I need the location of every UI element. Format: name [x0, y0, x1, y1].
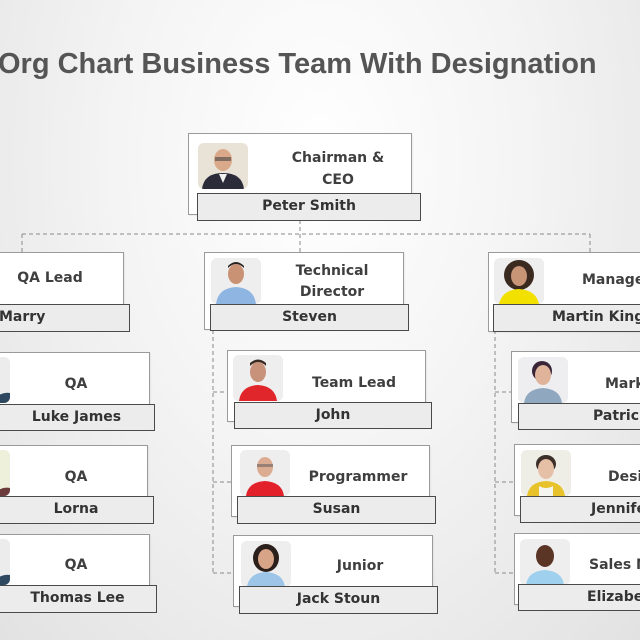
avatar-steven [211, 258, 261, 304]
node-center-2-role: Programmer [308, 469, 408, 485]
node-right-2-role: Designer [608, 469, 640, 485]
avatar-john [233, 355, 283, 401]
role-line-2: CEO [322, 172, 354, 188]
node-left-1-role: QA [64, 376, 88, 392]
person-icon [520, 539, 570, 585]
node-left-2-role: QA [64, 469, 88, 485]
node-right-1-role: Marketing [605, 376, 640, 392]
node-left-2-name[interactable]: Lorna [0, 496, 154, 524]
avatar-jennifer [521, 450, 571, 496]
avatar-susan [240, 450, 290, 496]
person-icon [0, 539, 10, 585]
node-left-3-role: QA [64, 557, 88, 573]
node-left-3-name[interactable]: Thomas Lee [0, 585, 157, 613]
node-center-2-name[interactable]: Susan [237, 496, 436, 524]
person-icon [198, 143, 248, 189]
person-icon [0, 450, 10, 496]
person-icon [211, 258, 261, 304]
person-icon [233, 355, 283, 401]
avatar-lorna [0, 450, 10, 496]
node-right-3-name[interactable]: Elizabeth [518, 584, 640, 611]
role-line-2: Director [299, 284, 365, 300]
node-tech-director-role: Technical Director [276, 261, 388, 303]
avatar-peter-smith [198, 143, 248, 189]
node-center-3-name[interactable]: Jack Stoun [239, 586, 438, 614]
node-right-3-role: Sales Manager [589, 557, 640, 573]
role-line-1: Technical [295, 263, 369, 279]
avatar-patrick [518, 357, 568, 403]
role-line-1: Chairman & [291, 150, 385, 166]
person-icon [494, 258, 544, 304]
node-manager-role: Manager [582, 272, 640, 288]
person-icon [521, 450, 571, 496]
avatar-elizabeth [520, 539, 570, 585]
person-icon [518, 357, 568, 403]
person-icon [240, 450, 290, 496]
node-center-3-role: Junior [336, 558, 384, 574]
avatar-thomas-lee [0, 539, 10, 585]
node-tech-director-name[interactable]: Steven [210, 304, 409, 331]
person-icon [241, 541, 291, 587]
node-right-1-name[interactable]: Patrick [518, 403, 640, 430]
avatar-martin-king [494, 258, 544, 304]
avatar-jack-stoun [241, 541, 291, 587]
avatar-luke-james [0, 357, 10, 403]
node-qa-lead-role: QA Lead [17, 270, 83, 286]
node-chairman-name[interactable]: Peter Smith [197, 193, 421, 221]
node-left-1-name[interactable]: Luke James [0, 404, 155, 431]
node-right-2-name[interactable]: Jennifer [520, 496, 640, 523]
node-center-1-name[interactable]: John [234, 402, 432, 429]
person-icon [0, 357, 10, 403]
node-center-1-role: Team Lead [312, 375, 396, 391]
node-manager-name[interactable]: Martin King [493, 304, 640, 332]
node-chairman-role: Chairman & CEO [270, 147, 406, 191]
node-qa-lead-name[interactable]: Marry [0, 304, 130, 332]
